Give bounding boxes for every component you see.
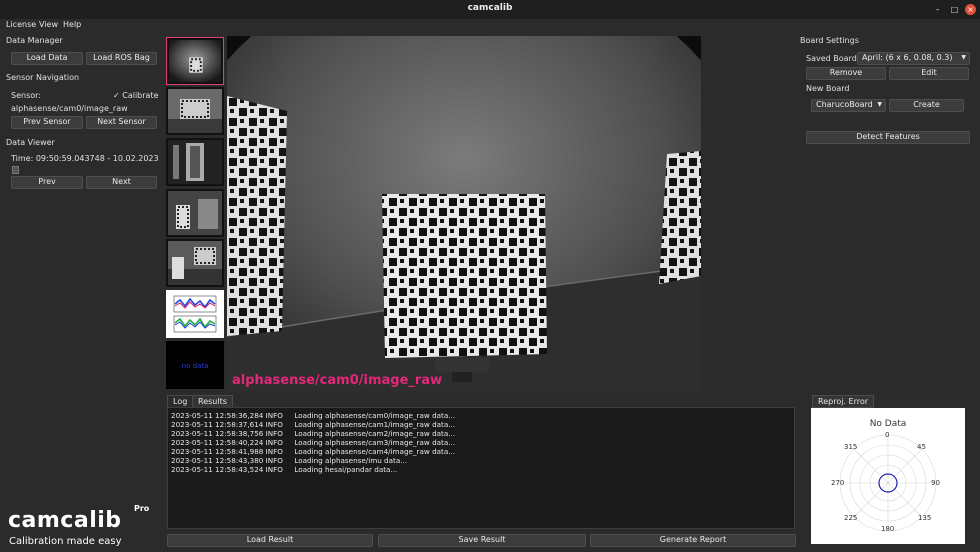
prev-button[interactable]: Prev [11, 176, 83, 189]
create-board-button[interactable]: Create [889, 99, 964, 112]
angle-225: 225 [844, 514, 858, 522]
window-title: camcalib [467, 3, 513, 13]
log-line: 2023-05-11 12:58:41,988 INFO Loading alp… [171, 447, 456, 456]
data-viewer-heading: Data Viewer [6, 138, 55, 147]
thumbnail-cam2[interactable] [166, 138, 224, 186]
thumbnail-plot [168, 292, 222, 336]
brand-logo: camcalib Pro [8, 504, 149, 533]
log-panel[interactable]: 2023-05-11 12:58:36,284 INFO Loading alp… [167, 407, 795, 529]
thumbnail-cam1[interactable] [166, 87, 224, 135]
log-line: 2023-05-11 12:58:43,380 INFO Loading alp… [171, 456, 408, 465]
next-sensor-button[interactable]: Next Sensor [86, 116, 157, 129]
thumbnail-imu[interactable] [166, 290, 224, 338]
reproj-error-plot: No Data 0 45 90 135 180 225 270 315 [811, 408, 965, 544]
angle-270: 270 [831, 479, 845, 487]
thumbnail-image [168, 241, 222, 285]
chevron-down-icon: ▼ [877, 101, 882, 108]
load-result-button[interactable]: Load Result [167, 534, 373, 547]
no-data-title: No Data [869, 419, 907, 429]
thumbnail-image [168, 89, 222, 133]
thumbnail-lidar[interactable]: no data [166, 341, 224, 389]
remove-board-button[interactable]: Remove [806, 67, 886, 80]
angle-0: 0 [885, 431, 890, 439]
thumbnail-cam0[interactable] [166, 37, 224, 85]
angle-315: 315 [844, 443, 858, 451]
thumbnail-cam4[interactable] [166, 239, 224, 287]
sensor-value: alphasense/cam0/image_raw [11, 104, 128, 113]
load-ros-bag-button[interactable]: Load ROS Bag [86, 52, 157, 65]
board-settings-heading: Board Settings [800, 36, 859, 45]
sensor-label: Sensor: [11, 91, 41, 100]
calibrate-checkbox[interactable]: ✓ Calibrate [113, 91, 159, 100]
log-line: 2023-05-11 12:58:38,756 INFO Loading alp… [171, 429, 456, 438]
menu-view[interactable]: View [39, 20, 58, 29]
angle-135: 135 [918, 514, 932, 522]
title-bar: camcalib – □ × [0, 0, 980, 19]
main-camera-view[interactable]: alphasense/cam0/image_raw [227, 36, 701, 391]
next-button[interactable]: Next [86, 176, 157, 189]
thumbnail-image [168, 191, 222, 235]
saved-boards-select[interactable]: April: (6 x 6, 0.08, 0.3) ▼ [857, 52, 970, 65]
no-data-label: no data [181, 362, 209, 370]
save-result-button[interactable]: Save Result [378, 534, 586, 547]
time-label: Time: 09:50:59.043748 - 10.02.2023 [11, 154, 159, 163]
log-line: 2023-05-11 12:58:37,614 INFO Loading alp… [171, 420, 456, 429]
time-slider-handle[interactable] [12, 166, 19, 174]
angle-90: 90 [931, 479, 940, 487]
new-board-label: New Board [806, 84, 850, 93]
angle-45: 45 [917, 443, 926, 451]
sensor-navigation-heading: Sensor Navigation [6, 73, 80, 82]
brand-tagline: Calibration made easy [9, 536, 122, 547]
saved-boards-label: Saved Boards: [806, 54, 864, 63]
log-line: 2023-05-11 12:58:40,224 INFO Loading alp… [171, 438, 456, 447]
tab-reproj-error[interactable]: Reproj. Error [812, 395, 875, 408]
thumbnail-image [168, 140, 222, 184]
brand-pro: Pro [134, 504, 150, 513]
checkmark-icon: ✓ [113, 91, 120, 100]
generate-report-button[interactable]: Generate Report [590, 534, 796, 547]
thumbnail-cam3[interactable] [166, 189, 224, 237]
maximize-icon[interactable]: □ [949, 4, 960, 15]
load-data-button[interactable]: Load Data [11, 52, 83, 65]
angle-180: 180 [881, 525, 895, 533]
camera-image [227, 36, 701, 391]
thumbnail-image [169, 40, 221, 83]
chevron-down-icon: ▼ [961, 54, 966, 61]
calibrate-label: Calibrate [122, 91, 159, 100]
detect-features-button[interactable]: Detect Features [806, 131, 970, 144]
brand-name: camcalib [8, 508, 122, 533]
menu-help[interactable]: Help [63, 20, 81, 29]
data-manager-heading: Data Manager [6, 36, 63, 45]
saved-boards-value: April: (6 x 6, 0.08, 0.3) [862, 53, 953, 62]
menu-license[interactable]: License [6, 20, 36, 29]
prev-sensor-button[interactable]: Prev Sensor [11, 116, 83, 129]
menu-bar: License View Help [0, 19, 980, 32]
log-line: 2023-05-11 12:58:36,284 INFO Loading alp… [171, 411, 456, 420]
board-type-select[interactable]: CharucoBoard ▼ [811, 99, 886, 112]
minimize-icon[interactable]: – [932, 4, 943, 15]
log-line: 2023-05-11 12:58:43,524 INFO Loading hes… [171, 465, 398, 474]
board-type-value: CharucoBoard [816, 100, 873, 109]
edit-board-button[interactable]: Edit [889, 67, 969, 80]
main-image-caption: alphasense/cam0/image_raw [232, 373, 443, 388]
close-icon[interactable]: × [965, 4, 976, 15]
